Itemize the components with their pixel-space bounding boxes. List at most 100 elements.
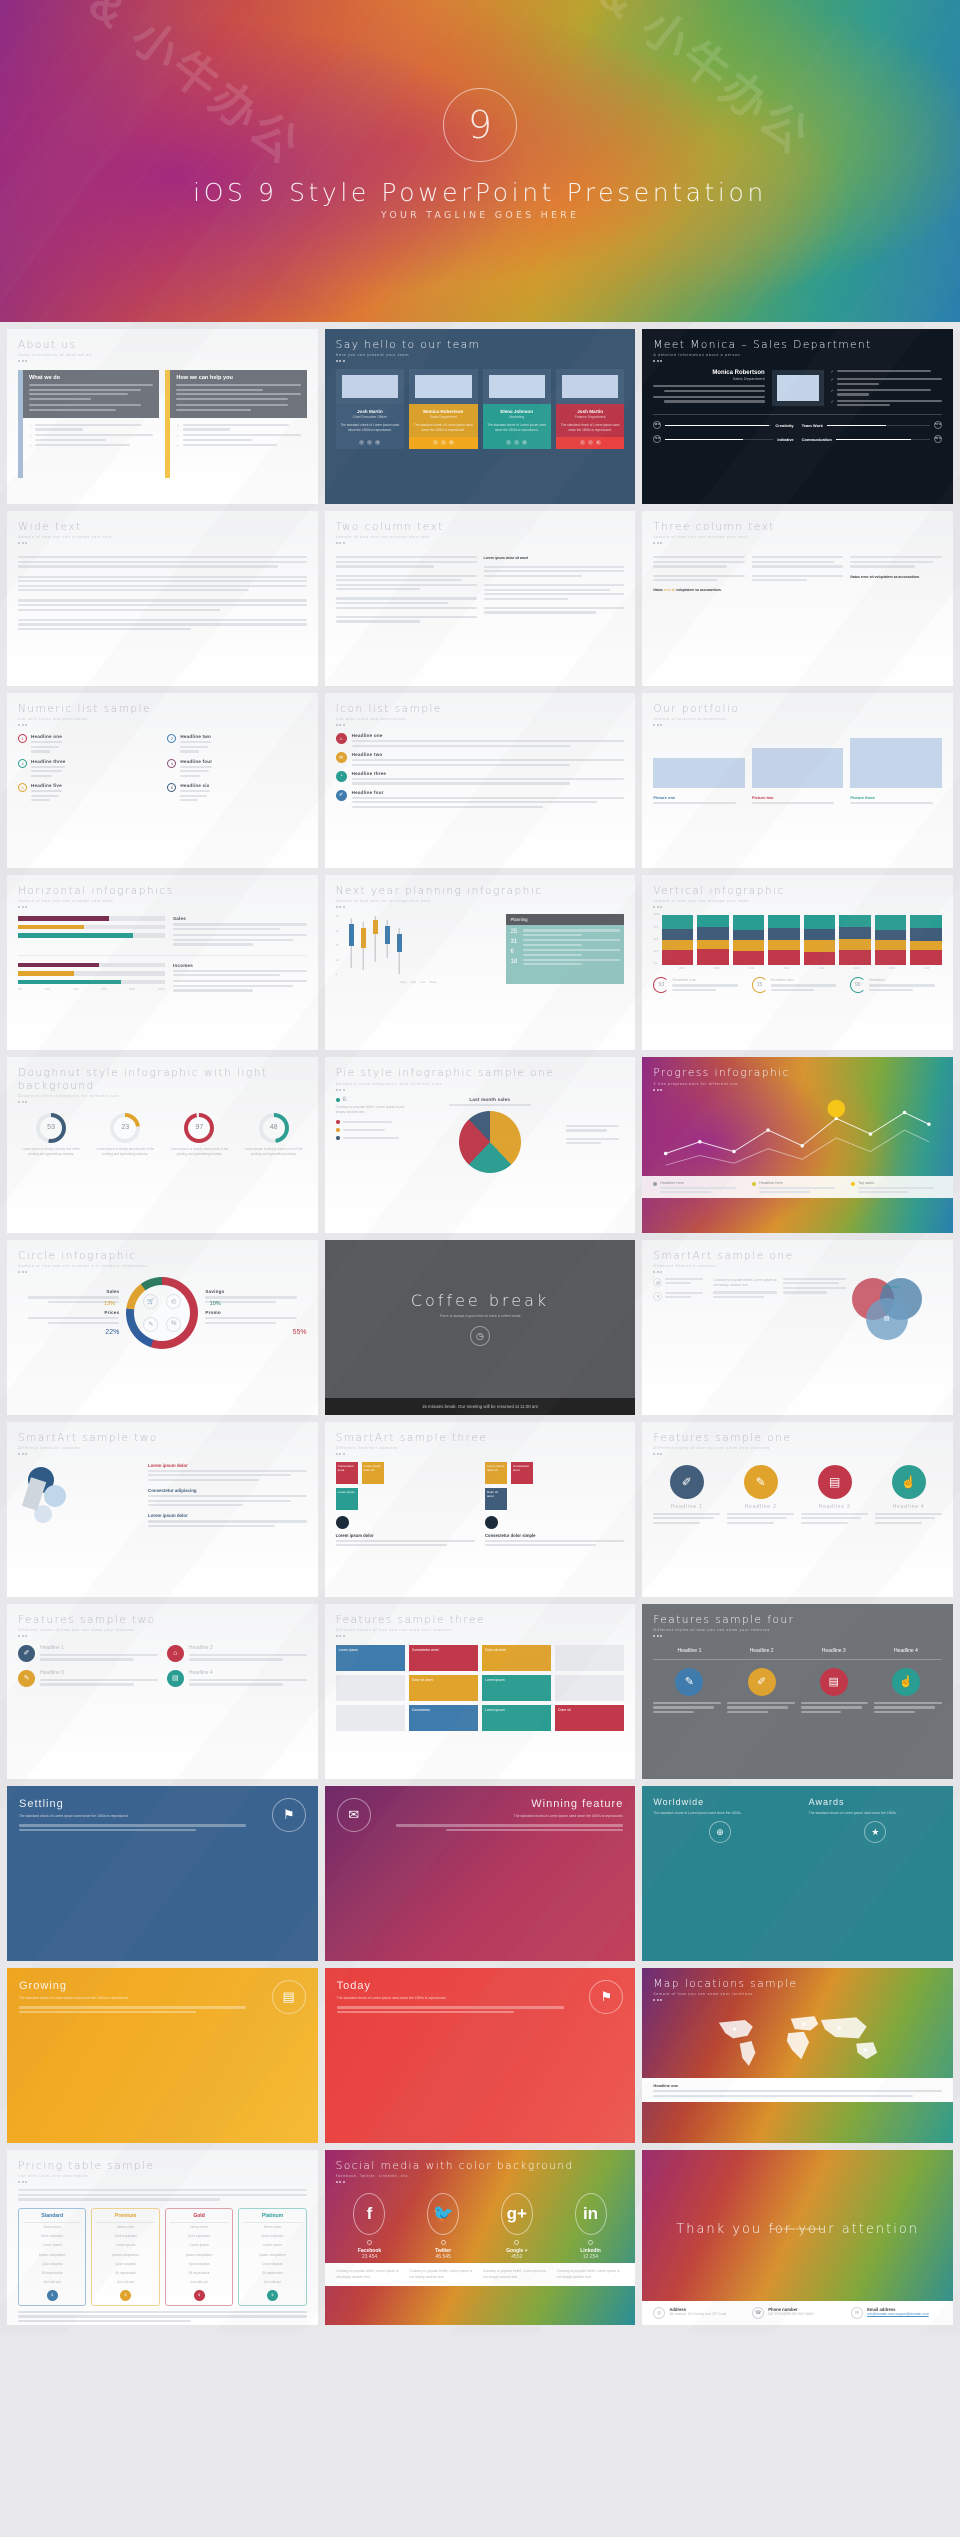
pricing-card[interactable]: Gold Nemo enim Sunt explicabo Lorem ipsum… bbox=[164, 2207, 234, 2306]
slide-growing[interactable]: Growing The standard chunk of Lorem ipsu… bbox=[7, 1967, 318, 2144]
skill-label: Initiative bbox=[777, 436, 794, 442]
slide-subtitle: The standard chunk of Lorem ipsum used s… bbox=[336, 1995, 447, 2000]
slide-dots bbox=[335, 2181, 625, 2184]
slide-smartart-two[interactable]: SmartArt sample two Different SmartArt s… bbox=[7, 1421, 318, 1597]
team-card[interactable]: Josh Martin Finance Department The stand… bbox=[555, 369, 625, 449]
social-item-twitter[interactable]: 🐦 Twitter 45 545 bbox=[409, 2193, 477, 2260]
doughnut-item: 23 Lorem ipsum is simply dummy text of t… bbox=[92, 1112, 158, 1157]
slide-pricing-table[interactable]: Pricing table sample List with icons and… bbox=[7, 2150, 318, 2326]
social-item-facebook[interactable]: f Facebook 23 454 bbox=[336, 2193, 404, 2260]
candlestick-chart bbox=[341, 914, 402, 976]
facebook-icon[interactable]: f bbox=[432, 439, 438, 445]
team-card[interactable]: Elena Johnson Marketing The standard chu… bbox=[482, 369, 551, 449]
slide-numeric-list[interactable]: Numeric list sample List with icons and … bbox=[7, 693, 318, 869]
linkedin-icon[interactable]: in bbox=[522, 439, 528, 445]
portfolio-item[interactable] bbox=[850, 738, 942, 789]
slide-dots bbox=[335, 1452, 625, 1455]
chart-icon: ▤ bbox=[653, 1277, 663, 1287]
pricing-card[interactable]: Premium Nemo enim Sunt explicabo Lorem ip… bbox=[91, 2207, 160, 2306]
slide-thank-you[interactable]: Thank you for your attention see our con… bbox=[642, 2150, 953, 2326]
plan-cta[interactable]: $ bbox=[266, 2289, 278, 2301]
slide-dots bbox=[18, 1270, 307, 1273]
bar-group bbox=[18, 916, 166, 945]
pricing-card[interactable]: Platinum Nemo enim Sunt explicabo Lorem i… bbox=[238, 2207, 307, 2306]
portfolio-item[interactable] bbox=[751, 748, 844, 789]
tile: Lorem ipsum bbox=[335, 1644, 405, 1671]
mail-icon: ✉ bbox=[851, 2307, 864, 2320]
candle bbox=[360, 914, 366, 976]
slide-circle-infographic[interactable]: Circle infographic Sample of how you can… bbox=[7, 1239, 318, 1415]
slide-pie-sample-one[interactable]: Pie style infographic sample one Doughnu… bbox=[324, 1057, 636, 1233]
tile: Consectetur amet bbox=[511, 1461, 533, 1484]
facebook-icon[interactable]: f bbox=[506, 439, 512, 445]
social-footer: Contrary to popular belief, Lorem ipsum … bbox=[324, 2263, 636, 2287]
slide-smartart-three[interactable]: SmartArt sample three Different SmartArt… bbox=[324, 1421, 636, 1597]
linkedin-icon[interactable]: in bbox=[375, 439, 381, 445]
stat-row: 6 bbox=[510, 948, 621, 956]
slide-team[interactable]: Say hello to our team Here you can prese… bbox=[324, 329, 636, 505]
plan-cta[interactable]: $ bbox=[120, 2289, 132, 2301]
slide-dots bbox=[18, 2181, 307, 2184]
plan-cta[interactable]: $ bbox=[193, 2289, 205, 2301]
portfolio-pictures bbox=[653, 738, 942, 789]
facebook-icon[interactable]: f bbox=[359, 439, 365, 445]
facebook-icon[interactable]: f bbox=[579, 439, 585, 445]
slide-features-three[interactable]: Features sample three Different styles o… bbox=[324, 1603, 636, 1779]
check-icon: ✓ bbox=[830, 369, 835, 375]
slide-subtitle: Different styles of how you can show you… bbox=[18, 1627, 135, 1632]
slide-doughnut-light[interactable]: Doughnut style infographic with light ba… bbox=[7, 1057, 318, 1233]
twitter-icon[interactable]: t bbox=[440, 439, 446, 445]
slide-wide-text[interactable]: Wide text Sample of how you can arrange … bbox=[7, 511, 318, 687]
portfolio-item[interactable] bbox=[653, 758, 745, 789]
social-item-google[interactable]: g+ Google +4552 bbox=[483, 2193, 551, 2260]
about-panel-head: How we can help you bbox=[170, 370, 307, 418]
tile: Lorem ipsum dolor sit bbox=[361, 1461, 384, 1484]
slide-smartart-one[interactable]: SmartArt sample one Different SmartArt s… bbox=[642, 1239, 953, 1415]
social-item-linkedin[interactable]: in LinkedIn 12 254 bbox=[557, 2193, 625, 2260]
slide-worldwide-awards[interactable]: Worldwide The standard chunk of Lorem ip… bbox=[642, 1785, 953, 1961]
slide-settling[interactable]: Settling The standard chunk of Lorem ips… bbox=[7, 1785, 318, 1961]
slide-meet-monica[interactable]: Meet Monica – Sales Department A detaile… bbox=[642, 329, 953, 505]
stacked-bar bbox=[803, 915, 836, 966]
slide-portfolio[interactable]: Our portfolio Sample of pictures arrange… bbox=[642, 693, 953, 869]
slide-vertical-infographic[interactable]: Vertical infographic Sample of how you c… bbox=[642, 875, 953, 1051]
slide-about-us[interactable]: About us Some information of what we do … bbox=[7, 329, 318, 505]
team-card[interactable]: Monica Robertson Sales Department The st… bbox=[409, 369, 478, 449]
slide-progress-infographic[interactable]: Progress infographic 2 line progress bar… bbox=[642, 1057, 953, 1233]
slide-title: Wide text bbox=[18, 521, 82, 534]
linkedin-icon[interactable]: in bbox=[595, 439, 601, 445]
twitter-icon[interactable]: t bbox=[514, 439, 520, 445]
linkedin-icon[interactable]: in bbox=[448, 439, 454, 445]
slide-icon-list[interactable]: Icon list sample List with icons and des… bbox=[324, 693, 636, 869]
slide-features-four[interactable]: Features sample four Different styles of… bbox=[642, 1603, 953, 1779]
slide-two-column-text[interactable]: Two column text Sample of how you can ar… bbox=[324, 511, 636, 687]
slide-subtitle: Different styles of how you can show you… bbox=[653, 1627, 770, 1632]
slide-horizontal-infographics[interactable]: Horizontal infographics Sample of how yo… bbox=[7, 875, 318, 1051]
slide-today[interactable]: Today The standard chunk of Lorem ipsum … bbox=[324, 1967, 636, 2144]
doughnut-group: 53 Lorem ipsum is simply dummy text of t… bbox=[18, 1112, 307, 1157]
slide-map-locations[interactable]: Map locations sample Sample of how you c… bbox=[642, 1967, 953, 2144]
pricing-card[interactable]: Standard Nemo enim Sunt explicabo Lorem i… bbox=[18, 2207, 87, 2306]
slide-features-two[interactable]: Features sample two Different styles of … bbox=[7, 1603, 318, 1779]
slide-next-year-planning[interactable]: Next year planning infographic Sample of… bbox=[324, 875, 636, 1051]
check-icon: ✓ bbox=[29, 433, 33, 439]
slide-subtitle: List with icons and description bbox=[335, 717, 406, 722]
list-item: 1 Headline one bbox=[18, 734, 157, 753]
slide-social-media[interactable]: Social media with color background Faceb… bbox=[324, 2150, 636, 2326]
slide-coffee-break[interactable]: Coffee break There is always a good time… bbox=[324, 1239, 636, 1415]
twitter-icon[interactable]: t bbox=[367, 439, 373, 445]
slide-dots bbox=[653, 906, 942, 909]
team-role: Finance Department bbox=[574, 415, 606, 420]
slide-winning[interactable]: ✉ Winning feature The standard chunk of … bbox=[324, 1785, 636, 1961]
slide-subtitle: Sample of pictures arrangement bbox=[653, 717, 727, 722]
team-card[interactable]: Josh Martin Chief Executive Officer The … bbox=[335, 369, 405, 449]
location-icon: ◎ bbox=[653, 2307, 666, 2320]
hero-tagline: YOUR TAGLINE GOES HERE bbox=[380, 210, 580, 221]
slide-features-one[interactable]: Features sample one Different styles of … bbox=[642, 1421, 953, 1597]
smartart-node bbox=[335, 1515, 349, 1529]
plan-cta[interactable]: $ bbox=[46, 2289, 58, 2301]
slide-title: Meet Monica – Sales Department bbox=[653, 339, 872, 351]
twitter-icon[interactable]: t bbox=[587, 439, 593, 445]
slide-dots bbox=[18, 542, 307, 545]
slide-three-column-text[interactable]: Three column text Sample of how you can … bbox=[642, 511, 953, 687]
